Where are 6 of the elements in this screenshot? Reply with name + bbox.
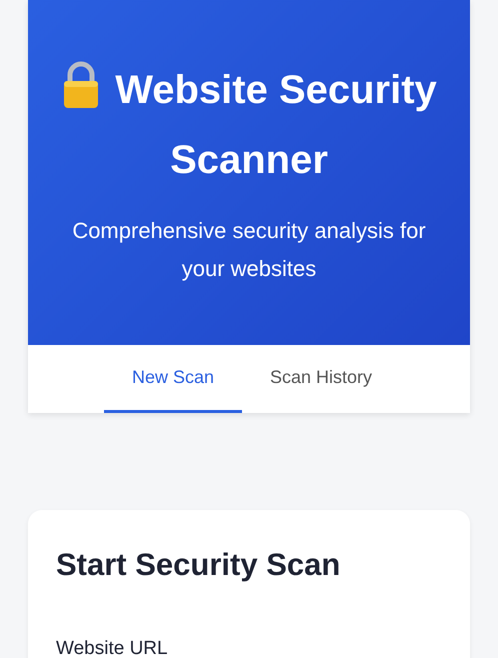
tab[interactable]: Scan History: [242, 345, 400, 413]
page-title: Website Security Scanner: [115, 68, 437, 182]
tab[interactable]: New Scan: [104, 345, 242, 413]
page-subtitle: Comprehensive security analysis for your websites: [71, 217, 427, 283]
card-title: Start Security Scan: [56, 546, 342, 584]
url-label: Website URL: [56, 638, 169, 658]
